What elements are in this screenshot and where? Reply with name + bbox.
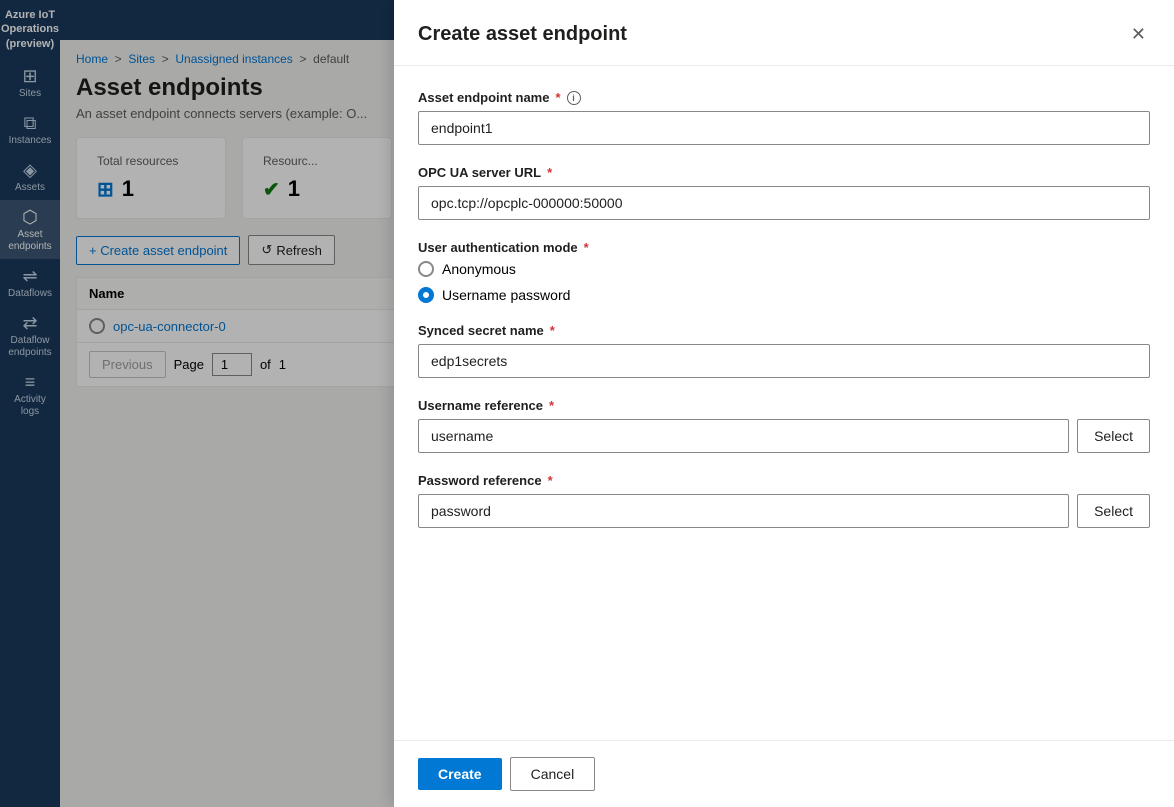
username-ref-group: Username reference * Select	[418, 398, 1150, 453]
required-star: *	[549, 398, 554, 413]
auth-mode-label: User authentication mode *	[418, 240, 1150, 255]
modal-title: Create asset endpoint	[418, 23, 627, 46]
required-star: *	[584, 240, 589, 255]
required-star: *	[555, 90, 560, 105]
radio-anonymous-label: Anonymous	[442, 261, 516, 277]
username-ref-label: Username reference *	[418, 398, 1150, 413]
radio-anonymous[interactable]: Anonymous	[418, 261, 1150, 277]
radio-username-label: Username password	[442, 287, 570, 303]
close-button[interactable]: ✕	[1127, 20, 1150, 49]
username-ref-row: Select	[418, 419, 1150, 453]
opc-ua-url-input[interactable]	[418, 186, 1150, 220]
modal-body: Asset endpoint name * i OPC UA server UR…	[394, 66, 1174, 740]
auth-mode-group: User authentication mode * Anonymous Use…	[418, 240, 1150, 303]
radio-circle-anonymous	[418, 261, 434, 277]
username-ref-select-button[interactable]: Select	[1077, 419, 1150, 453]
endpoint-name-label: Asset endpoint name * i	[418, 90, 1150, 105]
opc-ua-url-group: OPC UA server URL *	[418, 165, 1150, 220]
cancel-button[interactable]: Cancel	[510, 757, 596, 791]
endpoint-name-input[interactable]	[418, 111, 1150, 145]
required-star: *	[548, 473, 553, 488]
info-icon: i	[567, 91, 581, 105]
radio-group: Anonymous Username password	[418, 261, 1150, 303]
password-ref-label: Password reference *	[418, 473, 1150, 488]
password-ref-group: Password reference * Select	[418, 473, 1150, 528]
endpoint-name-group: Asset endpoint name * i	[418, 90, 1150, 145]
required-star: *	[547, 165, 552, 180]
synced-secret-group: Synced secret name *	[418, 323, 1150, 378]
modal-header: Create asset endpoint ✕	[394, 0, 1174, 66]
modal-footer: Create Cancel	[394, 740, 1174, 807]
password-ref-row: Select	[418, 494, 1150, 528]
required-star: *	[550, 323, 555, 338]
password-ref-select-button[interactable]: Select	[1077, 494, 1150, 528]
opc-ua-url-label: OPC UA server URL *	[418, 165, 1150, 180]
create-button[interactable]: Create	[418, 758, 502, 790]
username-ref-input[interactable]	[418, 419, 1069, 453]
synced-secret-label: Synced secret name *	[418, 323, 1150, 338]
radio-username-password[interactable]: Username password	[418, 287, 1150, 303]
modal-panel: Create asset endpoint ✕ Asset endpoint n…	[394, 0, 1174, 807]
radio-circle-username	[418, 287, 434, 303]
synced-secret-input[interactable]	[418, 344, 1150, 378]
password-ref-input[interactable]	[418, 494, 1069, 528]
